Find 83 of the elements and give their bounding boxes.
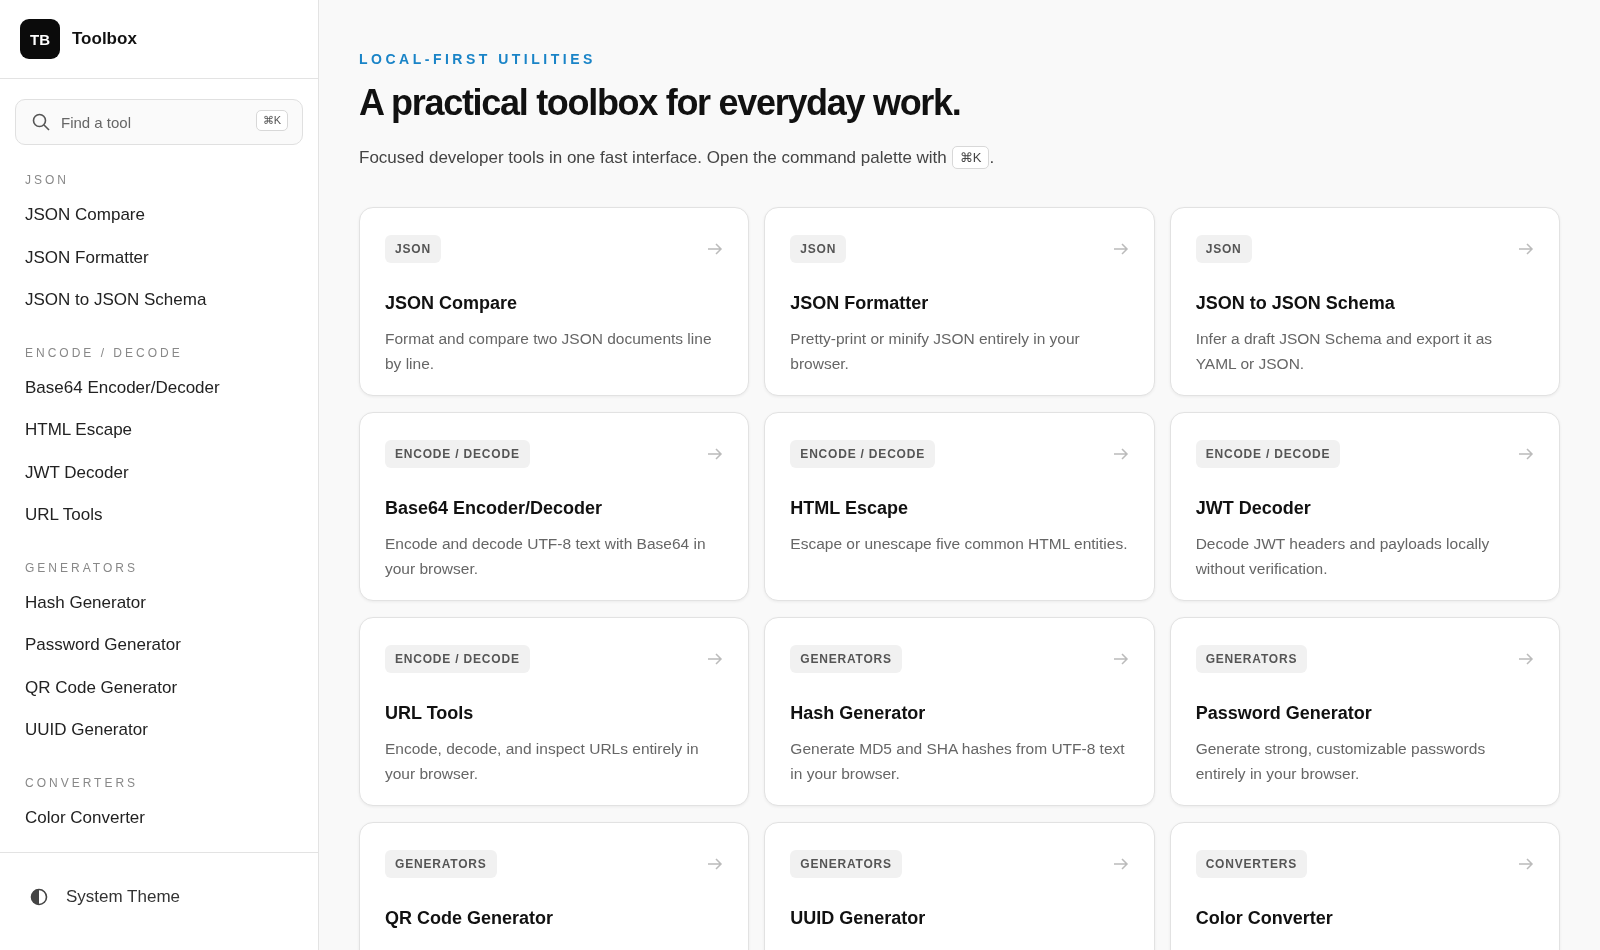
card-title: Base64 Encoder/Decoder <box>385 498 604 519</box>
arrow-icon <box>707 448 724 460</box>
card-title: Hash Generator <box>790 703 927 724</box>
nav-link[interactable]: URL Tools <box>15 494 303 537</box>
contrast-icon <box>30 887 48 906</box>
arrow-icon <box>707 653 724 665</box>
category-tag: JSON <box>385 235 441 263</box>
shortcut-key: ⌘K <box>951 146 990 169</box>
tool-card[interactable]: ENCODE / DECODE URL Tools Encode, decode, and inspect URLs entirely in your browser. <box>359 617 750 806</box>
intro-text: Focused developer tools in one fast interface. Open the command palette with <box>359 147 947 168</box>
arrow-icon <box>1112 858 1129 870</box>
category-tag: JSON <box>1195 235 1252 263</box>
card-title: URL Tools <box>385 703 475 724</box>
nav-link[interactable]: HTML Escape <box>15 409 303 452</box>
tool-card[interactable]: GENERATORS UUID Generator <box>764 822 1155 950</box>
card-title: QR Code Generator <box>385 908 555 929</box>
card-description: Pretty-print or minify JSON entirely in your browser. <box>790 329 1081 374</box>
tool-card[interactable]: GENERATORS QR Code Generator <box>359 822 750 950</box>
arrow-icon <box>1112 448 1129 460</box>
card-description: Encode, decode, and inspect URLs entirely in your browser. <box>385 739 700 784</box>
nav-link[interactable]: JSON Formatter <box>15 236 303 279</box>
nav-link[interactable]: Color Converter <box>15 796 303 839</box>
tool-card[interactable]: JSON JSON Formatter Pretty-print or minify JSON entirely in your browser. <box>764 207 1155 396</box>
tool-card[interactable]: JSON JSON Compare Format and compare two JSON documents line by line. <box>359 207 750 396</box>
card-title: JWT Decoder <box>1195 498 1312 519</box>
category-tag: GENERATORS <box>385 850 497 878</box>
page-heading: A practical toolbox for everyday work. <box>359 82 962 124</box>
nav-link[interactable]: UUID Generator <box>15 709 303 752</box>
section-label: JSON <box>25 173 69 187</box>
intro-text-end: . <box>989 147 995 168</box>
category-tag: ENCODE / DECODE <box>1195 440 1341 468</box>
card-title: JSON Formatter <box>790 293 930 314</box>
card-description: Generate MD5 and SHA hashes from UTF-8 text in your browser. <box>790 739 1126 784</box>
arrow-icon <box>1112 243 1129 255</box>
nav-link[interactable]: JWT Decoder <box>15 451 303 494</box>
card-description: Infer a draft JSON Schema and export it as YAML or JSON. <box>1195 329 1494 374</box>
card-title: HTML Escape <box>790 498 910 519</box>
category-tag: GENERATORS <box>790 645 902 673</box>
tool-card[interactable]: JSON JSON to JSON Schema Infer a draft JSON Schema and export it as YAML or JSON. <box>1169 207 1560 396</box>
arrow-icon <box>1518 448 1534 460</box>
category-tag: GENERATORS <box>1195 645 1308 673</box>
card-title: JSON Compare <box>385 293 519 314</box>
nav-link[interactable]: JSON Compare <box>15 194 303 237</box>
arrow-icon <box>1518 653 1534 665</box>
tool-card[interactable]: ENCODE / DECODE Base64 Encoder/Decoder Encode and decode UTF-8 text with Base64 in your browser. <box>359 412 750 601</box>
section-label: GENERATORS <box>25 560 138 575</box>
nav-link[interactable]: QR Code Generator <box>15 666 303 709</box>
category-tag: ENCODE / DECODE <box>790 440 935 468</box>
nav-link[interactable]: JSON to JSON Schema <box>15 279 303 322</box>
card-description: Format and compare two JSON documents line by line. <box>385 329 713 374</box>
arrow-icon <box>1112 653 1129 665</box>
card-title: Color Converter <box>1195 908 1334 929</box>
card-title: Password Generator <box>1195 703 1373 724</box>
category-tag: JSON <box>790 235 847 263</box>
category-tag: ENCODE / DECODE <box>385 645 530 673</box>
nav-link[interactable]: Password Generator <box>15 624 303 667</box>
nav-link[interactable]: Base64 Encoder/Decoder <box>15 366 303 409</box>
arrow-icon <box>1518 858 1534 870</box>
card-description: Generate strong, customizable passwords entirely in your browser. <box>1195 739 1487 784</box>
tool-card[interactable]: GENERATORS Password Generator Generate strong, customizable passwords entirely in your browser. <box>1169 617 1560 806</box>
eyebrow-label: LOCAL-FIRST UTILITIES <box>359 51 596 67</box>
card-title: UUID Generator <box>790 908 927 929</box>
logo-icon: TB <box>20 19 60 59</box>
tool-card[interactable]: CONVERTERS Color Converter <box>1169 822 1560 950</box>
theme-toggle[interactable]: System Theme <box>0 852 318 950</box>
arrow-icon <box>1518 243 1534 255</box>
category-tag: CONVERTERS <box>1195 850 1307 878</box>
arrow-icon <box>707 243 724 255</box>
category-tag: ENCODE / DECODE <box>385 440 530 468</box>
card-title: JSON to JSON Schema <box>1195 293 1396 314</box>
category-tag: GENERATORS <box>790 850 902 878</box>
app-name: Toolbox <box>72 29 137 49</box>
shortcut-key: ⌘K <box>255 110 288 131</box>
arrow-icon <box>707 858 724 870</box>
nav-link[interactable]: Hash Generator <box>15 581 303 624</box>
section-label: CONVERTERS <box>25 775 139 790</box>
card-description: Encode and decode UTF-8 text with Base64 in your browser. <box>385 534 707 579</box>
tool-card[interactable]: ENCODE / DECODE HTML Escape Escape or unescape five common HTML entities. <box>764 412 1155 601</box>
card-description: Escape or unescape five common HTML entities. <box>790 534 1129 554</box>
tool-card[interactable]: GENERATORS Hash Generator Generate MD5 and SHA hashes from UTF-8 text in your browser. <box>764 617 1155 806</box>
tool-card[interactable]: ENCODE / DECODE JWT Decoder Decode JWT headers and payloads locally without verification. <box>1169 412 1560 601</box>
section-label: ENCODE / DECODE <box>25 345 183 360</box>
card-description: Decode JWT headers and payloads locally without verification. <box>1195 534 1491 579</box>
